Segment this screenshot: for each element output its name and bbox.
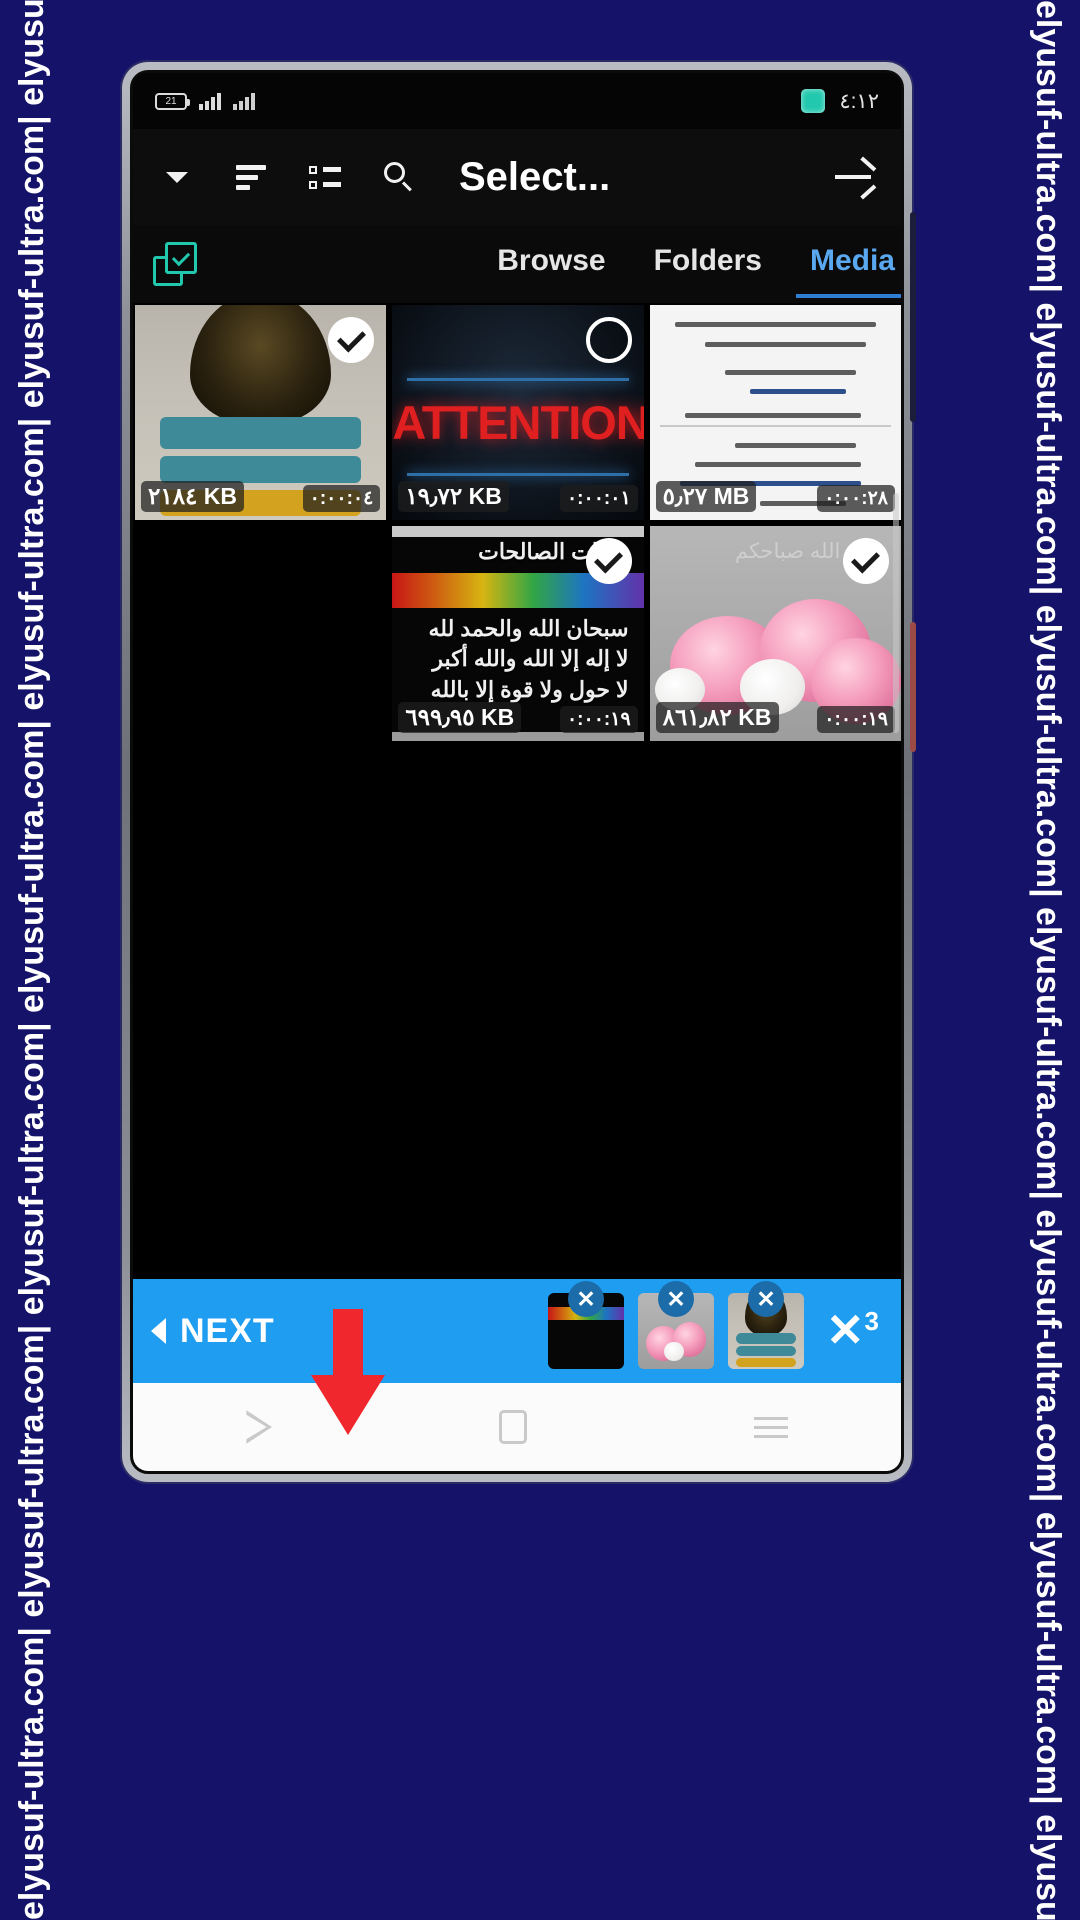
status-bar-right: ٤:١٢ — [801, 89, 879, 114]
selected-thumbnail[interactable]: ✕ — [637, 1281, 714, 1369]
tab-folders[interactable]: Folders — [654, 244, 762, 284]
thumbnail-text-line-2: سبحان الله والحمد لله — [428, 616, 629, 642]
media-area[interactable]: ٢١٨٤ KB ٠:٠٠:٠٤ ATTENTION ١٩٫٧٢ KB ٠:٠٠:… — [133, 303, 901, 1279]
watermark-left-text: elyusuf-ultra.com| elyusuf-ultra.com| el… — [13, 0, 51, 1920]
remove-x-icon[interactable]: ✕ — [657, 1281, 694, 1317]
signal-bars-icon — [199, 92, 221, 110]
phone-frame: 21 ٤:١٢ Select... Browse Folders Media ٢… — [122, 62, 916, 1482]
selected-thumbnails-strip: ✕ ✕ ✕ — [547, 1281, 804, 1369]
status-bar: 21 ٤:١٢ — [133, 73, 901, 129]
watermark-right: elyusuf-ultra.com| elyusuf-ultra.com| el… — [1016, 0, 1080, 1920]
remove-x-icon[interactable]: ✕ — [747, 1281, 784, 1317]
duration-badge: ٠:٠٠:٢٨ — [817, 485, 895, 512]
next-button-label: NEXT — [180, 1311, 275, 1350]
duration-badge: ٠:٠٠:٠١ — [559, 485, 638, 512]
battery-level-text: 21 — [165, 95, 177, 107]
duration-badge: ٠:٠٠:١٩ — [559, 706, 638, 733]
media-item-meta: ٨٦١٫٨٢ KB ٠:٠٠:١٩ — [655, 702, 895, 733]
media-item[interactable]: ٢١٨٤ KB ٠:٠٠:٠٤ — [135, 305, 387, 520]
selection-checkmark-icon[interactable] — [585, 538, 632, 584]
phone-screen-bezel: 21 ٤:١٢ Select... Browse Folders Media ٢… — [130, 70, 904, 1474]
remove-x-icon[interactable]: ✕ — [567, 1281, 604, 1317]
sort-icon[interactable] — [227, 153, 275, 201]
arrow-right-icon[interactable] — [835, 156, 877, 200]
media-item-empty — [135, 526, 387, 741]
file-size-badge: ٦٩٩٫٩٥ KB — [398, 702, 522, 733]
media-grid: ٢١٨٤ KB ٠:٠٠:٠٤ ATTENTION ١٩٫٧٢ KB ٠:٠٠:… — [133, 303, 901, 741]
watermark-left: elyusuf-ultra.com| elyusuf-ultra.com| el… — [0, 0, 64, 1920]
media-item[interactable]: بارك الله صباحكم ٨٦١٫٨٢ KB ٠:٠٠:١٩ — [649, 526, 901, 741]
tabs-row: Browse Folders Media — [133, 225, 901, 303]
status-clock: ٤:١٢ — [839, 89, 879, 113]
selected-thumbnail[interactable]: ✕ — [547, 1281, 624, 1369]
media-item[interactable]: ATTENTION ١٩٫٧٢ KB ٠:٠٠:٠١ — [392, 305, 644, 520]
tab-list: Browse Folders Media — [497, 244, 901, 298]
chevron-down-icon[interactable] — [153, 153, 201, 201]
status-bar-left: 21 — [155, 92, 255, 110]
chevron-left-icon — [151, 1318, 166, 1344]
app-toolbar: Select... — [133, 129, 901, 225]
file-size-badge: ١٩٫٧٢ KB — [398, 481, 509, 512]
selection-circle-icon[interactable] — [585, 317, 632, 363]
android-nav-bar — [133, 1383, 901, 1471]
nav-back-icon[interactable] — [246, 1410, 272, 1444]
signal-bars-secondary-icon — [233, 92, 255, 110]
file-size-badge: ٢١٨٤ KB — [141, 481, 245, 512]
media-item-meta: ٢١٨٤ KB ٠:٠٠:٠٤ — [141, 481, 381, 512]
power-button[interactable] — [910, 212, 916, 422]
media-item-meta: ١٩٫٧٢ KB ٠:٠٠:٠١ — [398, 481, 638, 512]
media-item-meta: ٥٫٢٧ MB ٠:٠٠:٢٨ — [655, 481, 895, 512]
app-indicator-icon — [801, 89, 826, 113]
bottom-action-bar: NEXT ✕ ✕ ✕ ✕ 3 — [133, 1279, 901, 1383]
scrollbar[interactable] — [893, 493, 899, 733]
nav-recents-icon[interactable] — [753, 1416, 788, 1438]
selected-thumbnail[interactable]: ✕ — [727, 1281, 804, 1369]
device-screen: 21 ٤:١٢ Select... Browse Folders Media ٢… — [133, 73, 901, 1471]
screenshot-root: elyusuf-ultra.com| elyusuf-ultra.com| el… — [0, 0, 1080, 1920]
list-view-icon[interactable] — [301, 153, 349, 201]
page-title: Select... — [459, 154, 611, 199]
search-icon[interactable] — [375, 153, 423, 201]
thumbnail-text-line-4: لا حول ولا قوة إلا بالله — [430, 676, 629, 702]
selection-checkmark-icon[interactable] — [842, 538, 889, 584]
tab-browse[interactable]: Browse — [497, 244, 605, 284]
selected-count-badge: 3 — [864, 1306, 879, 1337]
duration-badge: ٠:٠٠:١٩ — [817, 706, 895, 733]
clear-all-symbol: ✕ — [825, 1304, 865, 1357]
select-multiple-icon[interactable] — [153, 242, 197, 286]
volume-button[interactable] — [910, 622, 916, 752]
media-item[interactable]: باقيات الصالحات سبحان الله والحمد لله لا… — [392, 526, 644, 741]
thumbnail-text-line-3: لا إله إلا الله والله أكبر — [432, 646, 629, 672]
clear-all-x-icon[interactable]: ✕ 3 — [825, 1304, 879, 1357]
watermark-right-text: elyusuf-ultra.com| elyusuf-ultra.com| el… — [1029, 0, 1067, 1920]
media-item-meta: ٦٩٩٫٩٥ KB ٠:٠٠:١٩ — [398, 702, 638, 733]
thumbnail-text: ATTENTION — [392, 396, 644, 450]
battery-icon: 21 — [155, 92, 190, 110]
next-button[interactable]: NEXT — [151, 1312, 275, 1351]
media-item[interactable]: ٥٫٢٧ MB ٠:٠٠:٢٨ — [649, 305, 901, 520]
file-size-badge: ٥٫٢٧ MB — [655, 481, 757, 512]
file-size-badge: ٨٦١٫٨٢ KB — [655, 702, 779, 733]
duration-badge: ٠:٠٠:٠٤ — [302, 485, 381, 512]
tab-media[interactable]: Media — [795, 244, 901, 298]
selection-checkmark-icon[interactable] — [328, 317, 375, 363]
nav-home-icon[interactable] — [498, 1410, 527, 1444]
